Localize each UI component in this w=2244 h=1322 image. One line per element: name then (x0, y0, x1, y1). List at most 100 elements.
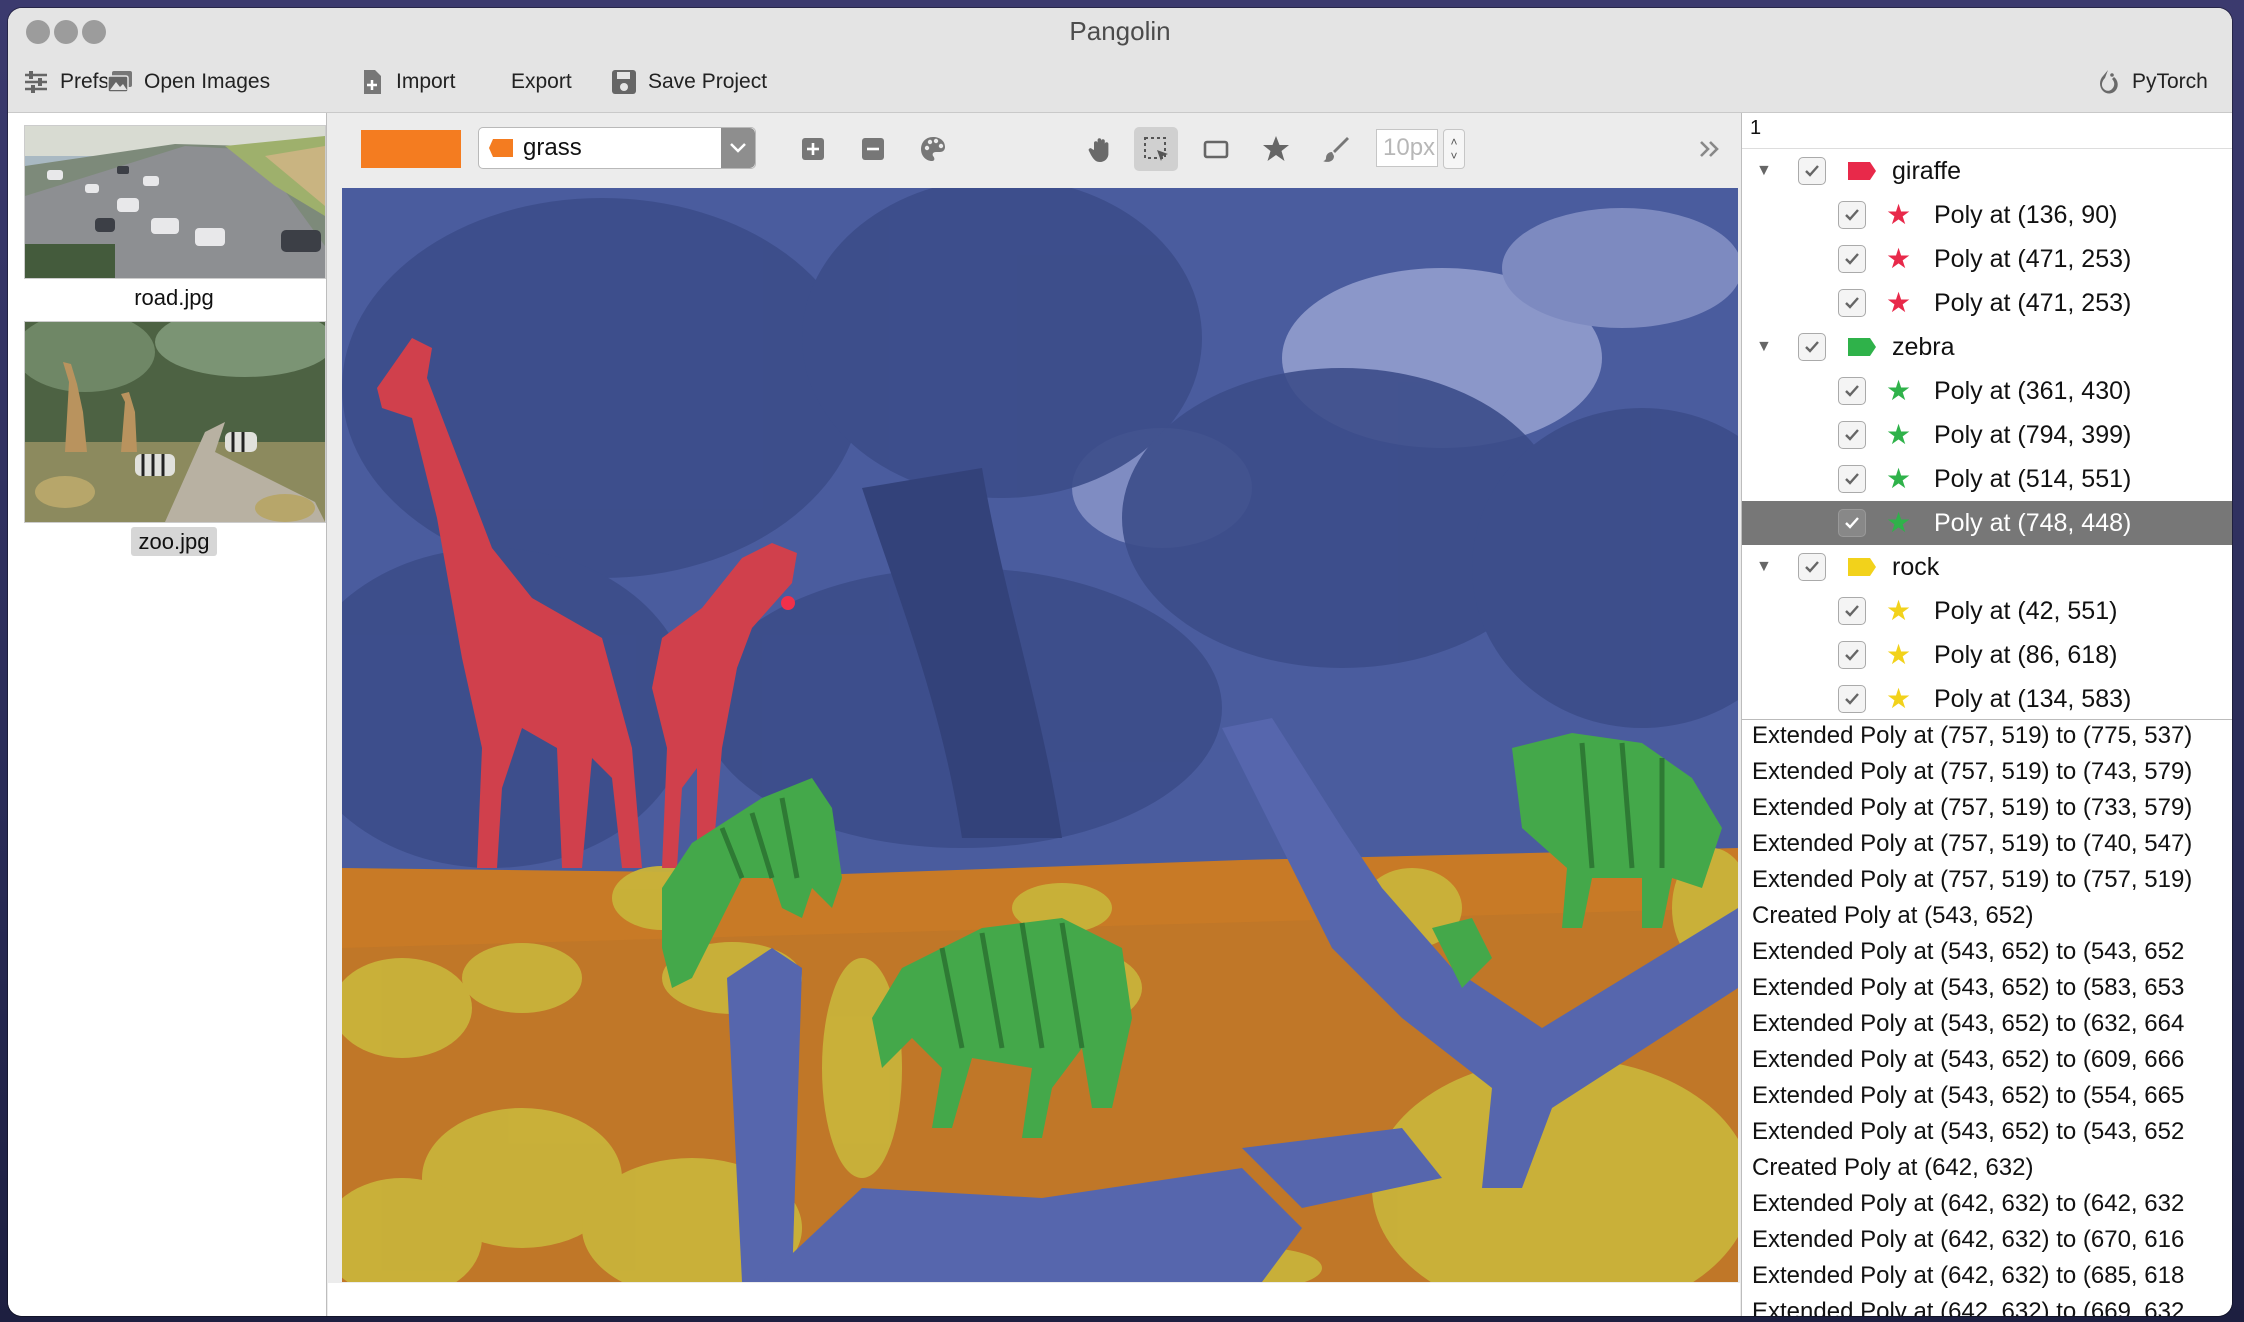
shape-checkbox[interactable] (1838, 421, 1866, 449)
annotations-panel: 1 ▼ giraffe ★ Poly at (136, 90) ★ Poly a… (1741, 113, 2232, 1316)
prefs-button[interactable]: Prefs (22, 62, 109, 102)
shape-label: Poly at (471, 253) (1934, 288, 2132, 317)
thumbnail-zoo-caption[interactable]: zoo.jpg (24, 527, 324, 556)
sliders-icon (25, 71, 47, 93)
thumbnail-zoo[interactable] (24, 321, 326, 523)
chevron-down-icon (730, 143, 746, 153)
palette-button[interactable] (911, 127, 955, 171)
shape-checkbox[interactable] (1838, 245, 1866, 273)
label-row-giraffe[interactable]: ▼ giraffe (1742, 149, 2232, 193)
label-selector[interactable]: grass (478, 127, 756, 169)
collapse-triangle-icon[interactable]: ▼ (1756, 558, 1772, 576)
shape-row[interactable]: ★ Poly at (134, 583) (1742, 677, 2232, 714)
brush-size-stepper[interactable]: ˄ ˅ (1443, 129, 1465, 169)
label-checkbox[interactable] (1798, 553, 1826, 581)
shape-row[interactable]: ★ Poly at (361, 430) (1742, 369, 2232, 413)
box-tool-button[interactable] (1194, 127, 1238, 171)
shape-row-selected[interactable]: ★ Poly at (748, 448) (1742, 501, 2232, 545)
shape-checkbox[interactable] (1838, 597, 1866, 625)
remove-label-button[interactable] (851, 127, 895, 171)
shape-label: Poly at (514, 551) (1934, 464, 2132, 493)
import-button[interactable]: Import (358, 62, 456, 102)
zoo-thumbnail-image (25, 322, 325, 522)
label-checkbox[interactable] (1798, 157, 1826, 185)
road-thumbnail-image (25, 126, 325, 278)
pytorch-button[interactable]: PyTorch (2094, 62, 2208, 102)
checkmark-icon (1845, 297, 1859, 309)
checkmark-icon (1845, 429, 1859, 441)
history-entry: Created Poly at (543, 652) (1752, 902, 2034, 929)
tree-header: 1 (1742, 113, 2232, 149)
brush-size-field[interactable]: 10px (1376, 129, 1438, 167)
shape-row[interactable]: ★ Poly at (42, 551) (1742, 589, 2232, 633)
checkmark-icon (1845, 693, 1859, 705)
shape-checkbox[interactable] (1838, 201, 1866, 229)
polygon-tool-button[interactable] (1254, 127, 1298, 171)
shape-row[interactable]: ★ Poly at (794, 399) (1742, 413, 2232, 457)
history-entry: Extended Poly at (757, 519) to (743, 579… (1752, 758, 2193, 785)
label-selector-value: grass (523, 134, 582, 161)
add-label-button[interactable] (791, 127, 835, 171)
polygon-star-icon: ★ (1886, 639, 1912, 670)
thumbnail-road[interactable] (24, 125, 326, 279)
save-icon (612, 70, 636, 94)
shape-label: Poly at (748, 448) (1934, 508, 2132, 537)
collapse-triangle-icon[interactable]: ▼ (1756, 162, 1772, 180)
save-project-button[interactable]: Save Project (610, 62, 767, 102)
shape-row[interactable]: ★ Poly at (136, 90) (1742, 193, 2232, 237)
open-images-label: Open Images (144, 70, 271, 93)
minus-square-icon (862, 138, 884, 160)
brush-tool-button[interactable] (1314, 127, 1358, 171)
checkmark-icon (1845, 385, 1859, 397)
checkmark-icon (1845, 649, 1859, 661)
shape-checkbox[interactable] (1838, 509, 1866, 537)
stepper-down-icon: ˅ (1450, 149, 1458, 163)
pytorch-label: PyTorch (2132, 70, 2208, 93)
label-tag-icon (1848, 558, 1876, 576)
thumbnail-road-caption[interactable]: road.jpg (24, 285, 324, 311)
history-entry: Extended Poly at (757, 519) to (733, 579… (1752, 794, 2193, 821)
polygon-star-icon: ★ (1886, 375, 1912, 406)
plus-square-icon (802, 138, 824, 160)
shape-row[interactable]: ★ Poly at (471, 253) (1742, 237, 2232, 281)
editor-area: grass 10px ˄ ˅ (328, 113, 1740, 1316)
shape-checkbox[interactable] (1838, 685, 1866, 713)
history-entry: Extended Poly at (642, 632) to (642, 632 (1752, 1190, 2185, 1217)
selection-icon (1144, 137, 1168, 161)
checkmark-icon (1845, 209, 1859, 221)
label-dropdown-button[interactable] (721, 128, 755, 168)
checkmark-icon (1845, 517, 1859, 529)
history-log[interactable]: Extended Poly at (757, 519) to (775, 537… (1742, 719, 2232, 1316)
open-images-button[interactable]: Open Images (106, 62, 270, 102)
stepper-up-icon: ˄ (1450, 135, 1458, 149)
shape-checkbox[interactable] (1838, 289, 1866, 317)
select-tool-button[interactable] (1134, 127, 1178, 171)
collapse-triangle-icon[interactable]: ▼ (1756, 338, 1772, 356)
pytorch-flame-icon (2100, 70, 2118, 94)
polygon-star-icon: ★ (1886, 243, 1912, 274)
brush-icon (1323, 137, 1349, 162)
window-title: Pangolin (1069, 16, 1171, 46)
shape-checkbox[interactable] (1838, 641, 1866, 669)
expand-panel-button[interactable] (1688, 127, 1732, 171)
label-row-zebra[interactable]: ▼ zebra (1742, 325, 2232, 369)
label-row-rock[interactable]: ▼ rock (1742, 545, 2232, 589)
history-entry: Created Poly at (642, 632) (1752, 1154, 2034, 1181)
history-entry: Extended Poly at (543, 652) to (583, 653 (1752, 974, 2185, 1001)
shape-row[interactable]: ★ Poly at (471, 253) (1742, 281, 2232, 325)
main-toolbar: Prefs Open Images Import Export Save Pro… (8, 56, 2232, 113)
label-color-swatch[interactable] (361, 130, 461, 168)
export-button[interactable]: Export (511, 62, 572, 102)
palette-icon (921, 137, 945, 161)
checkmark-icon (1805, 341, 1819, 353)
label-checkbox[interactable] (1798, 333, 1826, 361)
checkmark-icon (1845, 605, 1859, 617)
shape-checkbox[interactable] (1838, 377, 1866, 405)
shape-row[interactable]: ★ Poly at (514, 551) (1742, 457, 2232, 501)
history-entry: Extended Poly at (757, 519) to (740, 547… (1752, 830, 2193, 857)
shape-checkbox[interactable] (1838, 465, 1866, 493)
annotation-canvas[interactable] (342, 188, 1738, 1282)
history-entry: Extended Poly at (543, 652) to (554, 665 (1752, 1082, 2185, 1109)
shape-row[interactable]: ★ Poly at (86, 618) (1742, 633, 2232, 677)
pan-tool-button[interactable] (1079, 127, 1123, 171)
